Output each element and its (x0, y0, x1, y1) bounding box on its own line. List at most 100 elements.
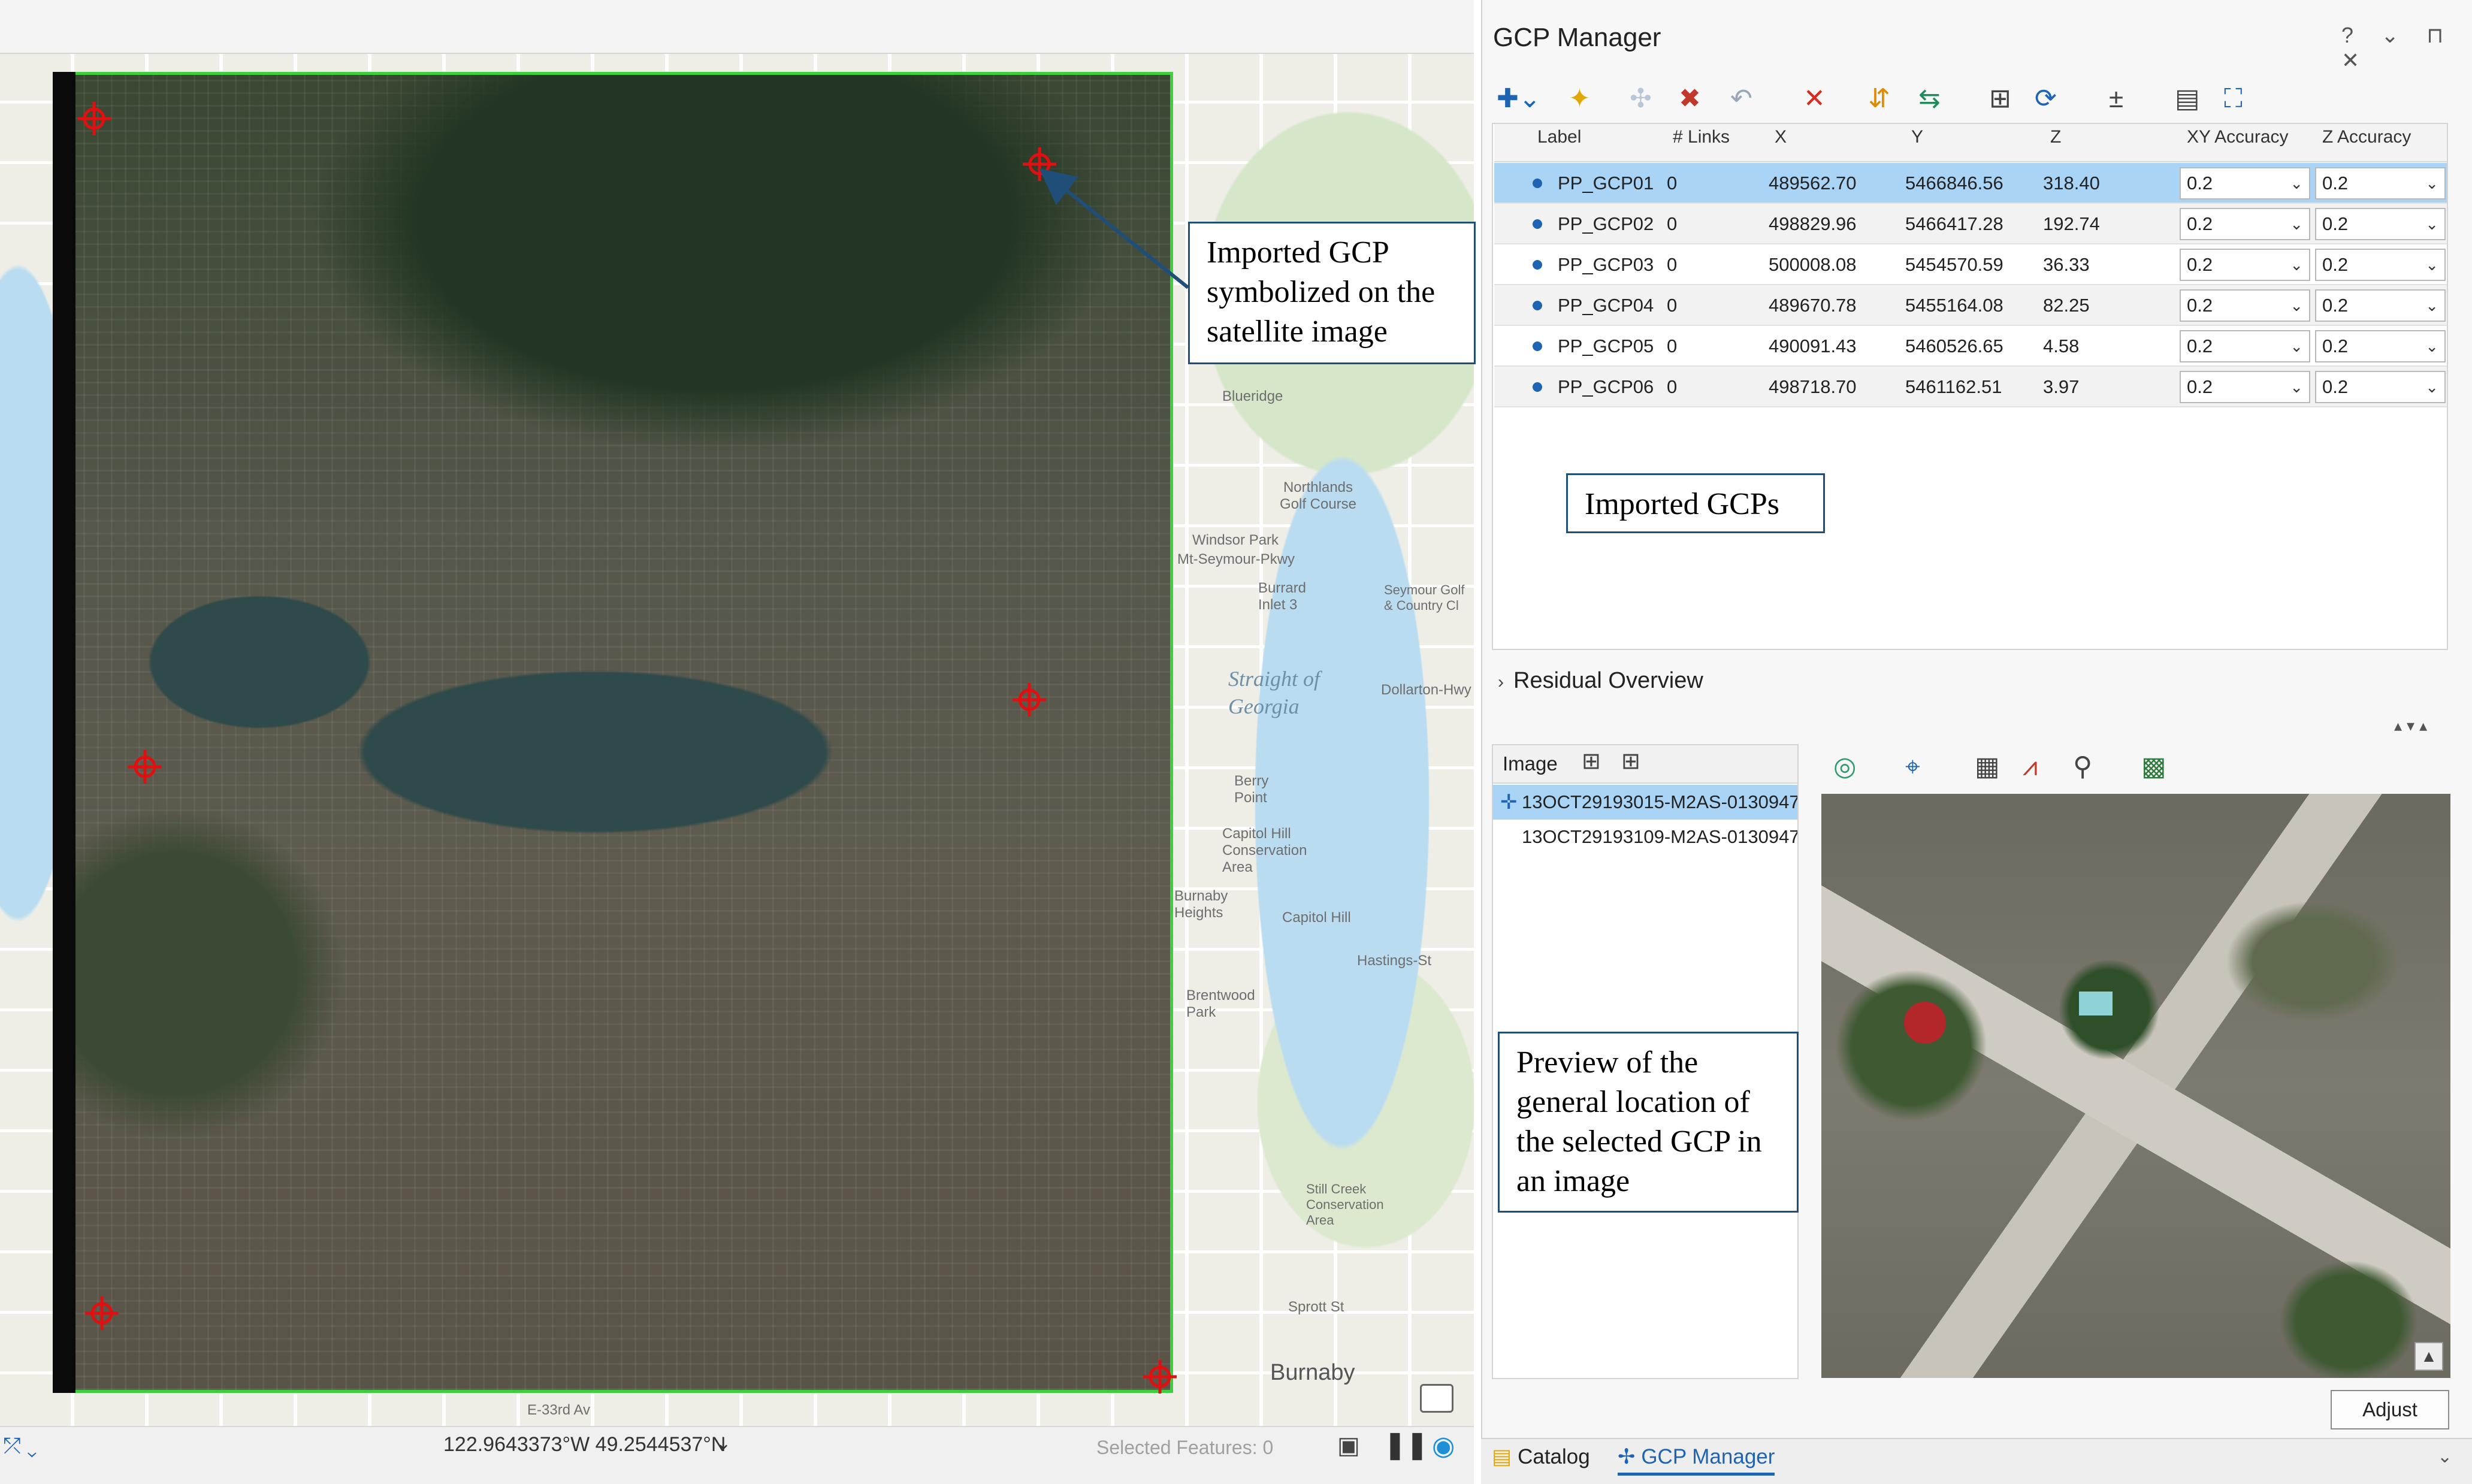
pane-window-controls[interactable]: ? ⌄ ⊓ ✕ (2341, 23, 2472, 73)
xy-accuracy-dropdown[interactable]: 0.2 ⌄ (2180, 371, 2310, 403)
cell-y: 5466417.28 (1905, 213, 2003, 234)
cell-z: 192.74 (2043, 213, 2100, 234)
cell-x: 489670.78 (1769, 295, 1857, 316)
cell-y: 5454570.59 (1905, 254, 2003, 275)
column-header-z[interactable]: Z (2050, 127, 2061, 147)
z-accuracy-value: 0.2 (2322, 336, 2349, 356)
cell-links: 0 (1667, 213, 1678, 234)
tab-label: Catalog (1518, 1445, 1590, 1468)
cell-z: 82.25 (2043, 295, 2090, 316)
gcp-status-dot-icon (1533, 382, 1542, 392)
refresh-map-icon[interactable]: ◉ (1432, 1431, 1455, 1461)
navigation-tool-icon[interactable]: ⤱ ⌄ (4, 1433, 37, 1459)
xy-accuracy-dropdown[interactable]: 0.2 ⌄ (2180, 330, 2310, 362)
gcp-manager-icon: ✢ (1618, 1445, 1636, 1468)
list-item[interactable]: ✛ 13OCT29193015-M2AS-0130947 (1493, 785, 1797, 820)
auto-tie-point-icon[interactable]: ✣ (1630, 84, 1652, 114)
tab-catalog[interactable]: ▤ Catalog (1492, 1445, 1590, 1469)
gcp-status-dot-icon (1533, 179, 1542, 188)
sync-icon[interactable]: ⟳ (2035, 84, 2057, 114)
coordinates-readout[interactable]: 122.9643373°W 49.2544537°N (443, 1433, 726, 1456)
column-header-xy-accuracy[interactable]: XY Accuracy (2187, 127, 2289, 147)
z-accuracy-dropdown[interactable]: 0.2 ⌄ (2315, 249, 2446, 281)
add-image-icon[interactable]: ⊞ (1582, 748, 1601, 775)
xy-accuracy-dropdown[interactable]: 0.2 ⌄ (2180, 167, 2310, 200)
stretch-icon[interactable]: ▦ (1975, 752, 2000, 782)
filter-icon[interactable]: ⊞ (1989, 84, 2011, 114)
cell-links: 0 (1667, 295, 1678, 316)
tabs-overflow-chevron-icon[interactable]: ⌄ (2437, 1446, 2452, 1467)
gcp-status-dot-icon (1533, 301, 1542, 310)
tree-canopy (1904, 1002, 1946, 1044)
chevron-down-icon: ⌄ (2290, 256, 2303, 274)
cell-links: 0 (1667, 336, 1678, 356)
z-accuracy-dropdown[interactable]: 0.2 ⌄ (2315, 208, 2446, 240)
cell-label: PP_GCP05 (1558, 336, 1654, 356)
table-of-contents-icon[interactable] (1420, 1384, 1453, 1413)
z-accuracy-dropdown[interactable]: 0.2 ⌄ (2315, 289, 2446, 322)
xy-accuracy-value: 0.2 (2187, 213, 2213, 234)
chevron-down-icon: ⌄ (2425, 378, 2438, 396)
residual-overview-toggle[interactable]: › Residual Overview (1498, 668, 1703, 694)
xy-accuracy-value: 0.2 (2187, 254, 2213, 275)
image-item-label: 13OCT29193109-M2AS-0130947 (1522, 826, 1797, 847)
list-item[interactable]: 13OCT29193109-M2AS-0130947 (1493, 820, 1797, 854)
xy-accuracy-dropdown[interactable]: 0.2 ⌄ (2180, 289, 2310, 322)
add-gcp-icon[interactable]: ✚⌄ (1497, 84, 1541, 114)
table-view-icon[interactable]: ▤ (2175, 84, 2200, 114)
preview-toolbar: ◎ ⌖ ▦ ⩘ ⚲ ▩ (1821, 746, 2450, 788)
refresh-icon[interactable]: ▣ (1337, 1432, 1360, 1459)
splitter-arrows-icon[interactable]: ▴▾▴ (2394, 717, 2432, 735)
cell-x: 500008.08 (1769, 254, 1857, 275)
cell-label: PP_GCP04 (1558, 295, 1654, 316)
export-gcp-icon[interactable]: ⇆ (1918, 84, 1941, 114)
gcp-status-dot-icon (1533, 260, 1542, 270)
pin-icon[interactable]: ⚲ (2073, 752, 2092, 782)
preview-expand-button[interactable]: ▲ (2414, 1342, 2443, 1371)
catalog-icon: ▤ (1492, 1445, 1512, 1468)
z-accuracy-dropdown[interactable]: 0.2 ⌄ (2315, 371, 2446, 403)
xy-accuracy-dropdown[interactable]: 0.2 ⌄ (2180, 249, 2310, 281)
cell-z: 318.40 (2043, 173, 2100, 194)
gcp-table-header (1494, 124, 2447, 162)
cell-x: 498718.70 (1769, 376, 1857, 397)
column-header-x[interactable]: X (1775, 127, 1787, 147)
cell-y: 5461162.51 (1905, 376, 2002, 397)
pane-title: GCP Manager (1493, 23, 1661, 52)
import-gcp-icon[interactable]: ⇵ (1868, 84, 1890, 114)
adjust-button[interactable]: Adjust (2331, 1390, 2449, 1429)
view-link-icon[interactable]: ◎ (1833, 752, 1856, 782)
z-accuracy-value: 0.2 (2322, 295, 2349, 316)
elevation-icon[interactable]: ± (2109, 84, 2123, 114)
z-accuracy-dropdown[interactable]: 0.2 ⌄ (2315, 330, 2446, 362)
undo-icon[interactable]: ↶ (1730, 84, 1752, 114)
xy-accuracy-value: 0.2 (2187, 173, 2213, 194)
image-display-icon[interactable]: ▩ (2141, 752, 2166, 782)
column-header-links[interactable]: # Links (1673, 127, 1730, 147)
cell-z: 4.58 (2043, 336, 2080, 356)
histogram-icon[interactable]: ⩘ (2023, 752, 2038, 782)
coordinate-format-chevron-icon[interactable]: ⌄ (716, 1433, 731, 1454)
zoom-to-icon[interactable]: ⛶ (2224, 84, 2243, 114)
crosshair-icon[interactable]: ⌖ (1905, 752, 1920, 782)
chevron-down-icon: ⌄ (2425, 215, 2438, 233)
delete-point-icon[interactable]: ✖ (1679, 84, 1701, 114)
chevron-right-icon: › (1498, 672, 1504, 692)
cell-x: 490091.43 (1769, 336, 1857, 356)
column-header-y[interactable]: Y (1911, 127, 1923, 147)
pause-drawing-icon[interactable]: ❚❚ (1384, 1429, 1428, 1460)
residual-overview-label: Residual Overview (1513, 668, 1703, 693)
add-tie-point-icon[interactable]: ✦ (1569, 84, 1591, 114)
tab-gcp-manager[interactable]: ✢ GCP Manager (1618, 1445, 1775, 1476)
column-header-label[interactable]: Label (1537, 127, 1581, 147)
z-accuracy-dropdown[interactable]: 0.2 ⌄ (2315, 167, 2446, 200)
cell-y: 5460526.65 (1905, 336, 2003, 356)
column-header-z-accuracy[interactable]: Z Accuracy (2322, 127, 2411, 147)
selected-features-count[interactable]: Selected Features: 0 (1096, 1437, 1273, 1459)
add-image-id-icon[interactable]: ⊞ (1621, 748, 1640, 775)
tab-label: GCP Manager (1641, 1445, 1775, 1468)
gcp-preview-image[interactable] (1821, 794, 2450, 1378)
xy-accuracy-dropdown[interactable]: 0.2 ⌄ (2180, 208, 2310, 240)
delete-all-icon[interactable]: ✕ (1803, 84, 1826, 114)
chevron-down-icon: ⌄ (2290, 297, 2303, 315)
